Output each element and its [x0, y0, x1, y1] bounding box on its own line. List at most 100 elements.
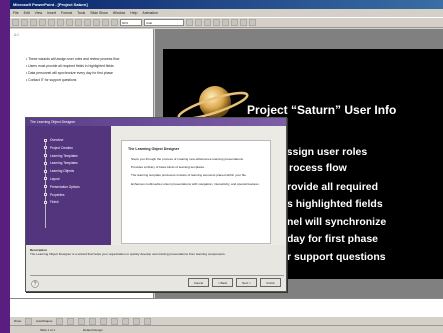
- save-icon[interactable]: [30, 19, 37, 26]
- paste-icon[interactable]: [75, 19, 82, 26]
- increase-font-icon[interactable]: [240, 19, 247, 26]
- learning-object-designer-dialog: The Learning Object Designer Overview Pr…: [25, 117, 287, 292]
- step-icon: [44, 146, 47, 150]
- cancel-button[interactable]: Cancel: [188, 278, 209, 287]
- wizard-step[interactable]: Finish: [44, 200, 80, 204]
- outline-bullet[interactable]: • Users must provide all required fields…: [26, 64, 149, 69]
- step-icon: [44, 169, 47, 173]
- window-title: Microsoft PowerPoint - [Project Saturn]: [10, 0, 443, 9]
- line-color-icon[interactable]: [133, 317, 141, 325]
- step-icon: [44, 161, 47, 165]
- wizard-step[interactable]: Properties: [44, 193, 80, 197]
- description-area: Description The Learning Object Designer…: [30, 248, 284, 272]
- menu-format[interactable]: Format: [61, 9, 72, 17]
- dialog-title: The Learning Object Designer: [26, 118, 286, 126]
- menu-edit[interactable]: Edit: [24, 9, 30, 17]
- slide-bullet[interactable]: rovide all required: [287, 181, 378, 193]
- svg-text:?: ?: [34, 282, 37, 288]
- arrow-icon[interactable]: [67, 317, 75, 325]
- status-bar: Slide 1 of 1 Default Design: [10, 325, 443, 333]
- wizard-step[interactable]: Learning Templates: [44, 154, 80, 158]
- line-icon[interactable]: [56, 317, 64, 325]
- menu-animation[interactable]: Animation: [142, 9, 158, 17]
- align-center-icon[interactable]: [222, 19, 229, 26]
- step-icon: [44, 138, 47, 142]
- wizard-step[interactable]: Learning Templates: [44, 161, 80, 165]
- help-icon[interactable]: ?: [31, 280, 39, 288]
- bold-icon[interactable]: [186, 19, 193, 26]
- outline-bullets: • These wizards will assign user roles a…: [26, 57, 149, 83]
- step-icon: [44, 177, 47, 181]
- notes-pane[interactable]: [10, 298, 443, 316]
- outline-bullet[interactable]: • Data personnel will synchronize every …: [26, 71, 149, 76]
- print-icon[interactable]: [39, 19, 46, 26]
- intro-panel: The Learning Object Designer Steps you t…: [121, 140, 271, 244]
- wizard-step[interactable]: Layout: [44, 177, 80, 181]
- intro-paragraph: Provides a library of basic kinds of lea…: [131, 165, 205, 170]
- spellcheck-icon[interactable]: [48, 19, 55, 26]
- slide-bullet[interactable]: r support questions: [287, 251, 386, 263]
- menu-file[interactable]: File: [13, 9, 19, 17]
- wizard-step[interactable]: Presentation Options: [44, 185, 80, 189]
- wizard-step[interactable]: Project Creation: [44, 146, 80, 150]
- menu-view[interactable]: View: [35, 9, 43, 17]
- slide-count: Slide 1 of 1: [40, 327, 56, 332]
- autoshapes-menu[interactable]: AutoShapes: [36, 319, 52, 323]
- menu-insert[interactable]: Insert: [47, 9, 56, 17]
- font-select[interactable]: Arial: [144, 19, 184, 26]
- slide-bullet[interactable]: rocess flow: [289, 162, 347, 174]
- slide-title[interactable]: Project “Saturn” User Info: [247, 103, 396, 117]
- undo-icon[interactable]: [84, 19, 91, 26]
- draw-menu[interactable]: Draw: [14, 319, 21, 323]
- font-color-icon[interactable]: [144, 317, 152, 325]
- slide-bullet[interactable]: day for first phase: [287, 233, 378, 245]
- button-divider: [30, 275, 284, 276]
- drawing-toolbar: Draw AutoShapes: [10, 316, 443, 325]
- select-arrow-icon[interactable]: [25, 317, 33, 325]
- open-icon[interactable]: [21, 19, 28, 26]
- bullets-icon[interactable]: [231, 19, 238, 26]
- step-icon: [44, 185, 47, 189]
- intro-paragraph: The learning template produced consists …: [131, 173, 247, 178]
- outline-bullet[interactable]: • These wizards will assign user roles a…: [26, 57, 149, 62]
- zoom-select[interactable]: 60%: [120, 19, 142, 26]
- wizard-content: The Learning Object Designer Steps you t…: [111, 126, 286, 245]
- wordart-icon[interactable]: [111, 317, 119, 325]
- menu-window[interactable]: Window: [113, 9, 125, 17]
- menu-slideshow[interactable]: Slide Show: [90, 9, 108, 17]
- wizard-steps-panel: Overview Project Creation Learning Templ…: [26, 126, 111, 245]
- back-button[interactable]: < Back: [212, 278, 233, 287]
- outline-bullet[interactable]: • Contact IT for support questions: [26, 78, 149, 83]
- copy-icon[interactable]: [66, 19, 73, 26]
- wizard-step[interactable]: Learning Objects: [44, 169, 80, 173]
- new-icon[interactable]: [12, 19, 19, 26]
- wizard-step[interactable]: Overview: [44, 138, 80, 142]
- redo-icon[interactable]: [93, 19, 100, 26]
- fill-color-icon[interactable]: [122, 317, 130, 325]
- cut-icon[interactable]: [57, 19, 64, 26]
- underline-icon[interactable]: [204, 19, 211, 26]
- intro-heading: The Learning Object Designer: [128, 147, 180, 151]
- textbox-icon[interactable]: [100, 317, 108, 325]
- slide-bullet[interactable]: nel will synchronize: [287, 216, 386, 228]
- description-text: The Learning Object Designer is a wizard…: [30, 252, 226, 256]
- italic-icon[interactable]: [195, 19, 202, 26]
- rectangle-icon[interactable]: [78, 317, 86, 325]
- menu-bar: File Edit View Insert Format Tools Slide…: [10, 9, 443, 17]
- intro-paragraph: Enhances multimedia content presentation…: [131, 181, 260, 186]
- next-button[interactable]: Next >: [236, 278, 257, 287]
- finish-button[interactable]: Finish: [260, 278, 281, 287]
- menu-tools[interactable]: Tools: [77, 9, 85, 17]
- outline-slide-marker: 1 □: [14, 33, 20, 37]
- wizard-steps: Overview Project Creation Learning Templ…: [44, 138, 80, 208]
- intro-paragraph: Steps you through the process of creatin…: [131, 157, 244, 161]
- decrease-font-icon[interactable]: [249, 19, 256, 26]
- step-icon: [44, 200, 47, 204]
- slide-bullet[interactable]: s highlighted fields: [287, 198, 383, 210]
- insert-table-icon[interactable]: [111, 19, 118, 26]
- menu-help[interactable]: Help: [130, 9, 137, 17]
- insert-chart-icon[interactable]: [102, 19, 109, 26]
- step-icon: [44, 154, 47, 158]
- oval-icon[interactable]: [89, 317, 97, 325]
- align-left-icon[interactable]: [213, 19, 220, 26]
